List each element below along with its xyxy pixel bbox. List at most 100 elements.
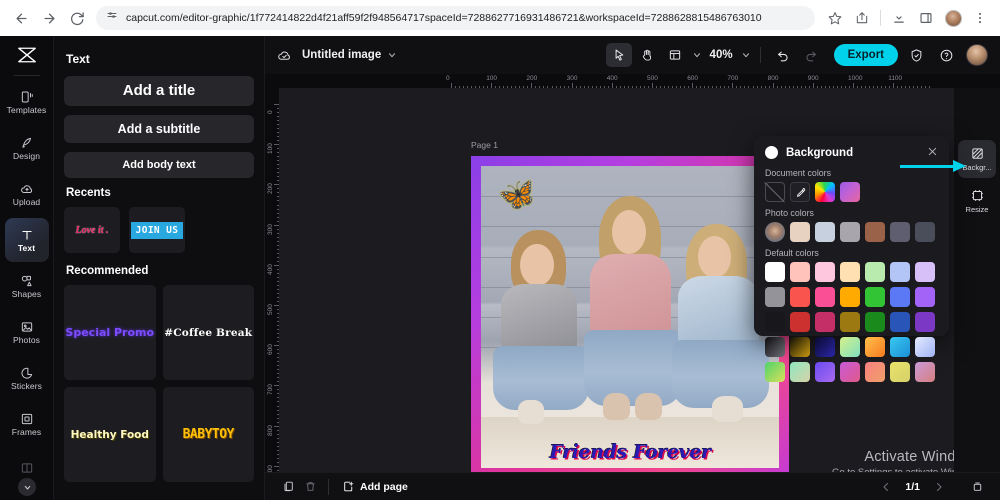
- list-item[interactable]: BABYTOY: [162, 387, 254, 482]
- gradient-swatch[interactable]: [790, 337, 810, 357]
- color-swatch[interactable]: [890, 287, 910, 307]
- sidebar-item-templates[interactable]: Templates: [5, 80, 49, 124]
- add-title-button[interactable]: Add a title: [64, 76, 254, 106]
- color-swatch[interactable]: [765, 287, 785, 307]
- hand-pan-icon[interactable]: [634, 43, 660, 67]
- no-color-swatch[interactable]: [765, 182, 785, 202]
- color-swatch[interactable]: [840, 287, 860, 307]
- gradient-swatch[interactable]: [915, 362, 935, 382]
- sidebar-item-stickers[interactable]: Stickers: [5, 356, 49, 400]
- duplicate-page-icon[interactable]: [277, 477, 299, 497]
- color-swatch[interactable]: [890, 262, 910, 282]
- help-question-icon[interactable]: [934, 43, 958, 67]
- gradient-swatch[interactable]: [890, 362, 910, 382]
- user-avatar[interactable]: [966, 44, 988, 66]
- redo-icon[interactable]: [798, 43, 824, 67]
- chevron-down-icon[interactable]: [692, 50, 702, 60]
- gradient-swatch[interactable]: [790, 362, 810, 382]
- gradient-swatch[interactable]: [765, 362, 785, 382]
- sidebar-item-design[interactable]: Design: [5, 126, 49, 170]
- gradient-swatch[interactable]: [815, 337, 835, 357]
- color-swatch[interactable]: [915, 312, 935, 332]
- current-color-dot[interactable]: [765, 146, 778, 159]
- color-swatch[interactable]: [840, 262, 860, 282]
- butterfly-sticker[interactable]: 🦋: [496, 176, 539, 216]
- list-item[interactable]: Special Promo: [64, 285, 156, 380]
- list-item[interactable]: JOIN US: [129, 207, 185, 253]
- color-swatch[interactable]: [815, 222, 835, 242]
- reload-icon[interactable]: [64, 5, 90, 31]
- color-swatch[interactable]: [865, 287, 885, 307]
- site-settings-icon[interactable]: [106, 9, 118, 27]
- gradient-swatch[interactable]: [765, 337, 785, 357]
- sidebar-item-upload[interactable]: Upload: [5, 172, 49, 216]
- color-swatch[interactable]: [790, 312, 810, 332]
- download-icon[interactable]: [887, 6, 911, 30]
- sidebar-item-shapes[interactable]: Shapes: [5, 264, 49, 308]
- gradient-swatch[interactable]: [915, 337, 935, 357]
- horizontal-ruler[interactable]: 0 100 200 300 400 500 600 700 800 900 1000 1100: [265, 74, 1000, 88]
- color-swatch[interactable]: [915, 262, 935, 282]
- add-page-button[interactable]: Add page: [342, 480, 408, 493]
- color-swatch[interactable]: [865, 312, 885, 332]
- list-item[interactable]: Love it .: [64, 207, 120, 253]
- gradient-swatch[interactable]: [865, 362, 885, 382]
- gradient-swatch[interactable]: [840, 362, 860, 382]
- artwork-photo[interactable]: 🦋 Friends Forever: [481, 166, 779, 468]
- cloud-saved-icon[interactable]: [277, 48, 292, 63]
- side-panel-icon[interactable]: [914, 6, 938, 30]
- shield-icon[interactable]: [904, 43, 928, 67]
- color-swatch[interactable]: [865, 222, 885, 242]
- trash-icon[interactable]: [299, 477, 321, 497]
- color-swatch[interactable]: [840, 222, 860, 242]
- undo-icon[interactable]: [770, 43, 796, 67]
- eyedropper-icon[interactable]: [790, 182, 810, 202]
- cursor-select-icon[interactable]: [605, 43, 632, 67]
- star-icon[interactable]: [823, 6, 847, 30]
- color-swatch[interactable]: [790, 287, 810, 307]
- color-swatch[interactable]: [765, 312, 785, 332]
- color-swatch[interactable]: [815, 262, 835, 282]
- forward-arrow-icon[interactable]: [36, 5, 62, 31]
- zoom-level[interactable]: 40%: [710, 49, 733, 61]
- share-icon[interactable]: [850, 6, 874, 30]
- chevron-down-icon[interactable]: [18, 478, 36, 496]
- profile-avatar-icon[interactable]: [941, 6, 965, 30]
- add-subtitle-button[interactable]: Add a subtitle: [64, 115, 254, 143]
- list-item[interactable]: Healthy Food: [64, 387, 156, 482]
- document-title[interactable]: Untitled image: [302, 49, 381, 61]
- rainbow-swatch[interactable]: [815, 182, 835, 202]
- color-swatch[interactable]: [840, 312, 860, 332]
- address-bar[interactable]: capcut.com/editor-graphic/1f772414822d4f…: [96, 6, 815, 30]
- color-swatch[interactable]: [865, 262, 885, 282]
- gradient-swatch[interactable]: [890, 337, 910, 357]
- list-item[interactable]: #Coffee Break: [162, 285, 254, 380]
- color-swatch[interactable]: [890, 312, 910, 332]
- gradient-swatch[interactable]: [865, 337, 885, 357]
- color-swatch[interactable]: [915, 222, 935, 242]
- gradient-swatch[interactable]: [840, 182, 860, 202]
- source-photo-swatch[interactable]: [765, 222, 785, 242]
- background-tool-button[interactable]: Backgr...: [958, 140, 996, 178]
- grid-more-icon[interactable]: [20, 461, 34, 475]
- sidebar-item-photos[interactable]: Photos: [5, 310, 49, 354]
- gradient-swatch[interactable]: [840, 337, 860, 357]
- chevron-down-icon[interactable]: [741, 50, 751, 60]
- export-button[interactable]: Export: [833, 44, 898, 66]
- artwork-title-text[interactable]: Friends Forever: [481, 441, 779, 463]
- color-swatch[interactable]: [790, 222, 810, 242]
- chevron-right-icon[interactable]: [928, 477, 950, 497]
- add-body-text-button[interactable]: Add body text: [64, 152, 254, 178]
- back-arrow-icon[interactable]: [8, 5, 34, 31]
- color-swatch[interactable]: [765, 262, 785, 282]
- chevron-down-icon[interactable]: [387, 50, 397, 60]
- color-swatch[interactable]: [890, 222, 910, 242]
- page-grid-icon[interactable]: [966, 477, 988, 497]
- color-swatch[interactable]: [815, 312, 835, 332]
- three-dot-menu-icon[interactable]: [968, 6, 992, 30]
- capcut-logo[interactable]: [15, 44, 39, 71]
- chevron-left-icon[interactable]: [875, 477, 897, 497]
- sidebar-item-frames[interactable]: Frames: [5, 402, 49, 446]
- layout-grid-icon[interactable]: [662, 43, 688, 67]
- color-swatch[interactable]: [790, 262, 810, 282]
